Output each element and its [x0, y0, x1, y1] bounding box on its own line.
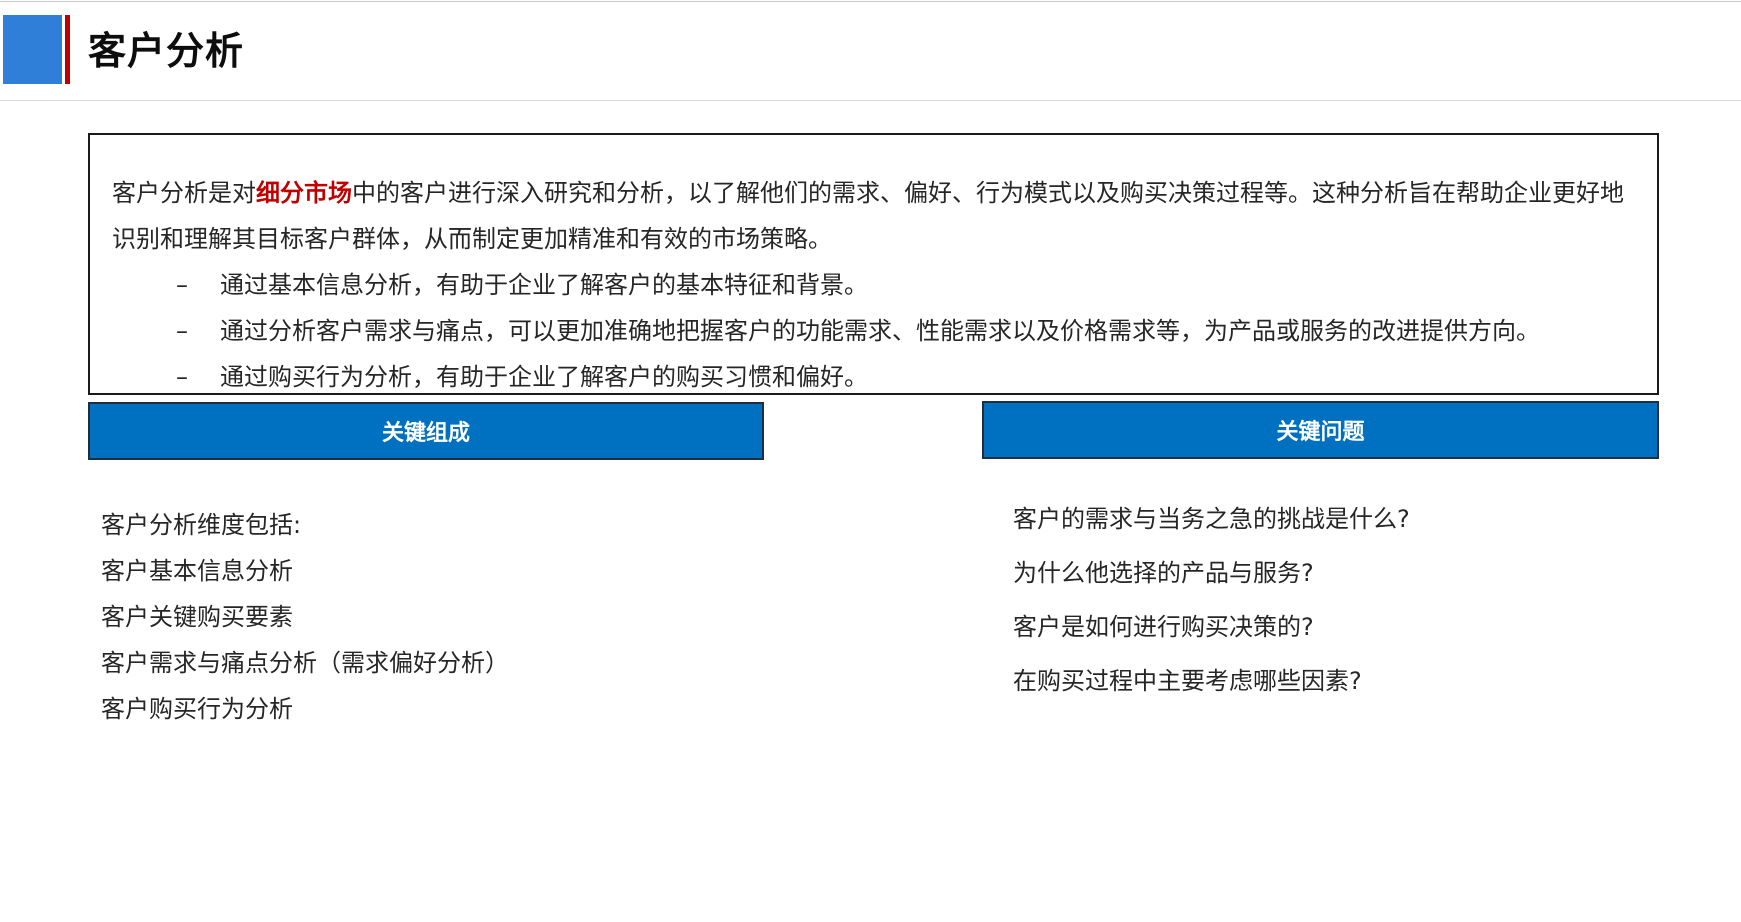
key-questions-header: 关键问题 [982, 401, 1659, 459]
bullet-dash: – [176, 363, 188, 391]
list-item: 为什么他选择的产品与服务? [1013, 559, 1314, 587]
list-item: 客户分析维度包括: [101, 511, 302, 539]
key-components-header: 关键组成 [88, 402, 764, 460]
intro-box: 客户分析是对细分市场中的客户进行深入研究和分析，以了解他们的需求、偏好、行为模式… [88, 133, 1659, 395]
list-item: 客户关键购买要素 [101, 603, 293, 631]
bullet-dash: – [176, 317, 188, 345]
list-item: 客户的需求与当务之急的挑战是什么? [1013, 505, 1410, 533]
bullet-dash: – [176, 271, 188, 299]
intro-bullet-text: 通过分析客户需求与痛点，可以更加准确地把握客户的功能需求、性能需求以及价格需求等… [220, 317, 1540, 345]
list-item: 客户是如何进行购买决策的? [1013, 613, 1314, 641]
intro-text-prefix: 客户分析是对 [112, 179, 256, 207]
list-item: 客户购买行为分析 [101, 695, 293, 723]
key-components-list: 客户分析维度包括: 客户基本信息分析 客户关键购买要素 客户需求与痛点分析（需求… [101, 502, 509, 732]
intro-bullet-text: 通过基本信息分析，有助于企业了解客户的基本特征和背景。 [220, 271, 868, 299]
list-item: 在购买过程中主要考虑哪些因素? [1013, 667, 1362, 695]
intro-paragraph: 客户分析是对细分市场中的客户进行深入研究和分析，以了解他们的需求、偏好、行为模式… [112, 170, 1642, 262]
intro-bullet: – 通过购买行为分析，有助于企业了解客户的购买习惯和偏好。 [176, 354, 1646, 393]
header-divider [0, 100, 1741, 101]
header-accent-bar [65, 15, 70, 84]
intro-bullet: – 通过分析客户需求与痛点，可以更加准确地把握客户的功能需求、性能需求以及价格需… [176, 308, 1646, 354]
list-item: 客户需求与痛点分析（需求偏好分析） [101, 649, 509, 677]
top-border-line [0, 1, 1741, 2]
intro-highlight: 细分市场 [256, 179, 352, 207]
page-title: 客户分析 [88, 29, 245, 73]
key-questions-list: 客户的需求与当务之急的挑战是什么? 为什么他选择的产品与服务? 客户是如何进行购… [1013, 492, 1410, 708]
intro-bullet-text: 通过购买行为分析，有助于企业了解客户的购买习惯和偏好。 [220, 363, 868, 391]
intro-bullet-list: – 通过基本信息分析，有助于企业了解客户的基本特征和背景。 – 通过分析客户需求… [176, 262, 1646, 393]
intro-bullet: – 通过基本信息分析，有助于企业了解客户的基本特征和背景。 [176, 262, 1646, 308]
list-item: 客户基本信息分析 [101, 557, 293, 585]
header-accent-block [3, 15, 62, 84]
